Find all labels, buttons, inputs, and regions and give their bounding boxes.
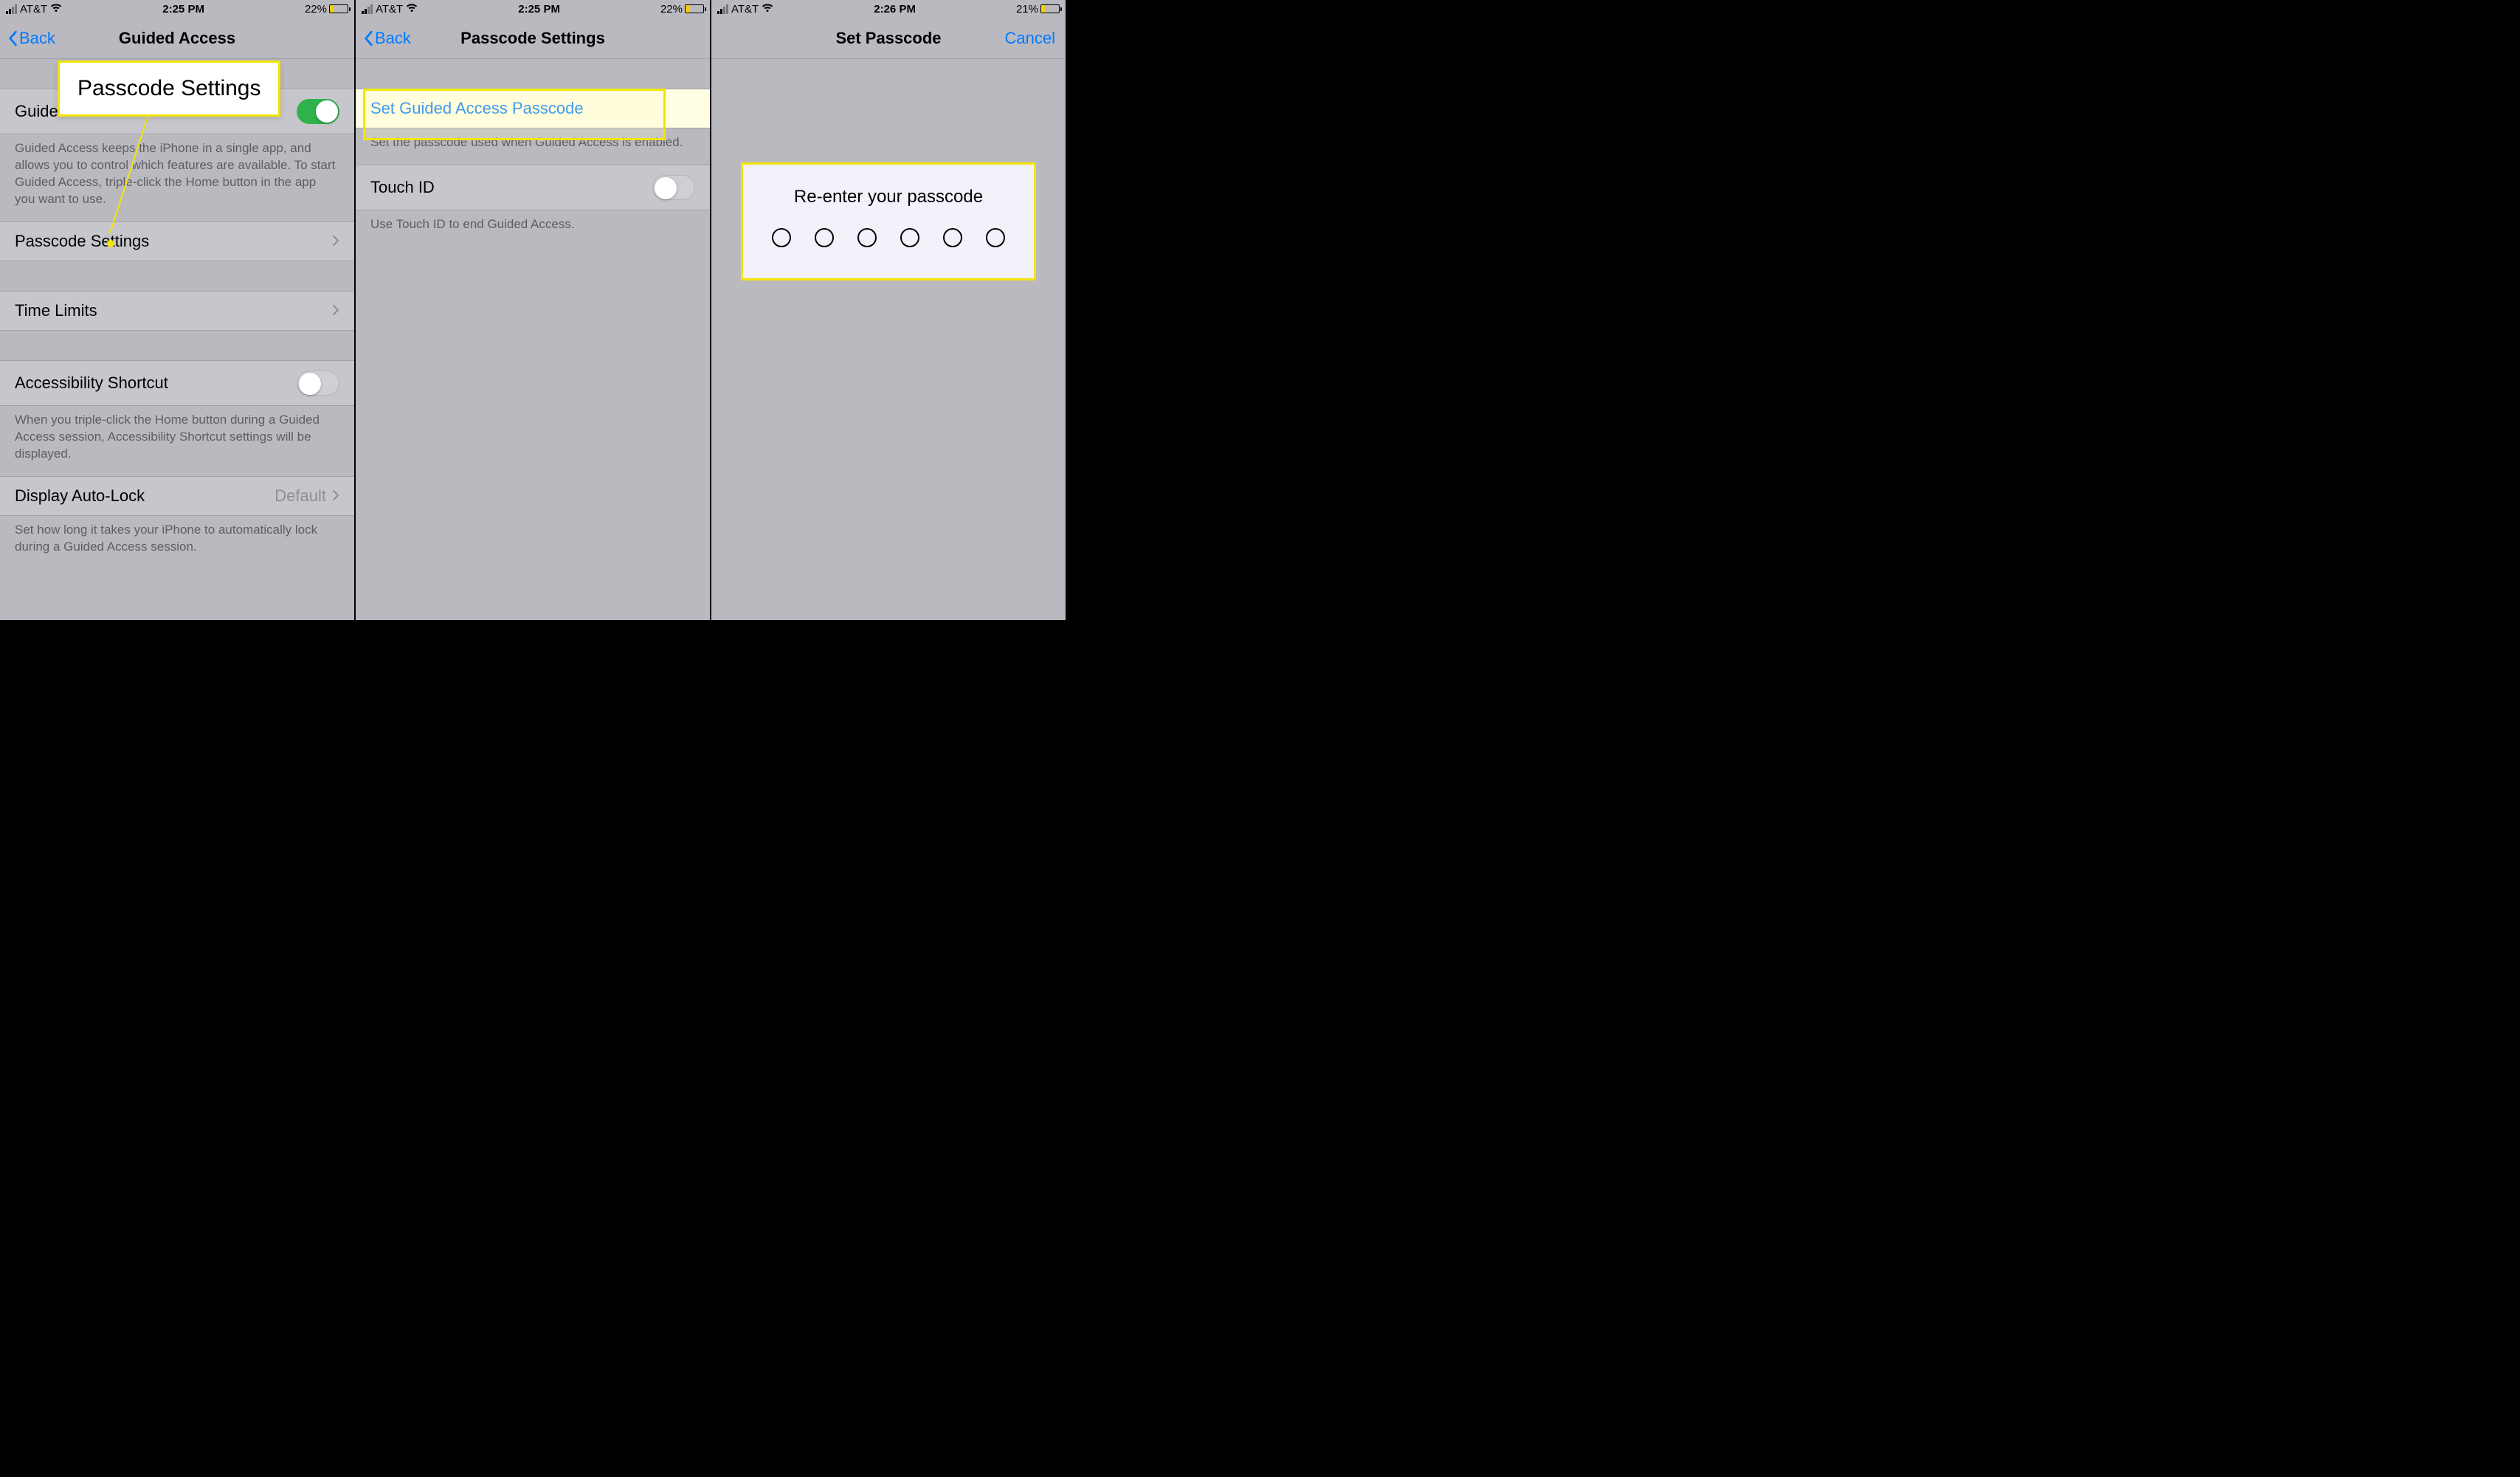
chevron-right-icon xyxy=(332,486,339,506)
display-autolock-row[interactable]: Display Auto-Lock Default xyxy=(0,476,354,516)
status-time: 2:25 PM xyxy=(62,3,305,16)
back-button[interactable]: Back xyxy=(363,29,411,48)
display-autolock-value: Default xyxy=(275,486,326,506)
status-time: 2:25 PM xyxy=(418,3,660,16)
row-label: Accessibility Shortcut xyxy=(15,373,297,393)
passcode-dot xyxy=(943,228,962,247)
accessibility-shortcut-toggle[interactable] xyxy=(297,371,339,396)
row-label: Touch ID xyxy=(370,178,652,197)
touch-id-row[interactable]: Touch ID xyxy=(356,165,710,210)
accessibility-shortcut-description: When you triple-click the Home button du… xyxy=(0,406,354,469)
passcode-dot xyxy=(857,228,877,247)
highlight-passcode-entry: Re-enter your passcode xyxy=(741,162,1036,280)
wifi-icon xyxy=(50,4,62,14)
battery-icon xyxy=(685,4,704,13)
row-label: Time Limits xyxy=(15,301,332,320)
battery-percent: 22% xyxy=(305,3,327,16)
battery-percent: 21% xyxy=(1016,3,1038,16)
callout-label: Passcode Settings xyxy=(77,76,260,100)
touch-id-description: Use Touch ID to end Guided Access. xyxy=(356,210,710,239)
battery-percent: 22% xyxy=(660,3,683,16)
carrier-label: AT&T xyxy=(20,3,47,16)
passcode-dot xyxy=(986,228,1005,247)
passcode-dot xyxy=(900,228,919,247)
cancel-button[interactable]: Cancel xyxy=(1005,29,1055,48)
row-label: Display Auto-Lock xyxy=(15,486,275,506)
accessibility-shortcut-row[interactable]: Accessibility Shortcut xyxy=(0,360,354,406)
nav-bar: Set Passcode Cancel xyxy=(711,18,1066,59)
signal-icon xyxy=(717,4,728,14)
battery-icon xyxy=(329,4,348,13)
chevron-right-icon xyxy=(332,301,339,320)
back-label: Back xyxy=(375,29,411,48)
panel-guided-access: AT&T 2:25 PM 22% Back Guided Access Guid… xyxy=(0,0,356,620)
status-bar: AT&T 2:26 PM 21% xyxy=(711,0,1066,18)
page-title: Passcode Settings xyxy=(460,29,605,48)
touch-id-toggle[interactable] xyxy=(652,175,695,200)
signal-icon xyxy=(362,4,373,14)
row-label: Passcode Settings xyxy=(15,232,332,251)
callout-passcode-settings: Passcode Settings xyxy=(58,61,280,117)
back-button[interactable]: Back xyxy=(7,29,55,48)
time-limits-row[interactable]: Time Limits xyxy=(0,291,354,331)
status-bar: AT&T 2:25 PM 22% xyxy=(356,0,710,18)
callout-connector-dot xyxy=(107,240,114,247)
passcode-dots[interactable] xyxy=(743,228,1034,247)
wifi-icon xyxy=(406,4,418,14)
status-bar: AT&T 2:25 PM 22% xyxy=(0,0,354,18)
status-time: 2:26 PM xyxy=(773,3,1016,16)
page-title: Guided Access xyxy=(119,29,235,48)
passcode-prompt: Re-enter your passcode xyxy=(743,187,1034,207)
guided-access-description: Guided Access keeps the iPhone in a sing… xyxy=(0,134,354,214)
chevron-right-icon xyxy=(332,232,339,251)
back-label: Back xyxy=(19,29,55,48)
passcode-dot xyxy=(815,228,834,247)
panel-passcode-settings: AT&T 2:25 PM 22% Back Passcode Settings … xyxy=(356,0,711,620)
nav-bar: Back Guided Access xyxy=(0,18,354,59)
display-autolock-description: Set how long it takes your iPhone to aut… xyxy=(0,516,354,562)
highlight-set-passcode xyxy=(363,89,666,140)
panel-set-passcode: AT&T 2:26 PM 21% Set Passcode Cancel Re-… xyxy=(711,0,1067,620)
battery-icon xyxy=(1040,4,1060,13)
passcode-dot xyxy=(772,228,791,247)
guided-access-toggle[interactable] xyxy=(297,99,339,124)
carrier-label: AT&T xyxy=(376,3,403,16)
page-title: Set Passcode xyxy=(835,29,941,48)
wifi-icon xyxy=(762,4,773,14)
signal-icon xyxy=(6,4,17,14)
passcode-settings-row[interactable]: Passcode Settings xyxy=(0,221,354,261)
nav-bar: Back Passcode Settings xyxy=(356,18,710,59)
carrier-label: AT&T xyxy=(731,3,759,16)
